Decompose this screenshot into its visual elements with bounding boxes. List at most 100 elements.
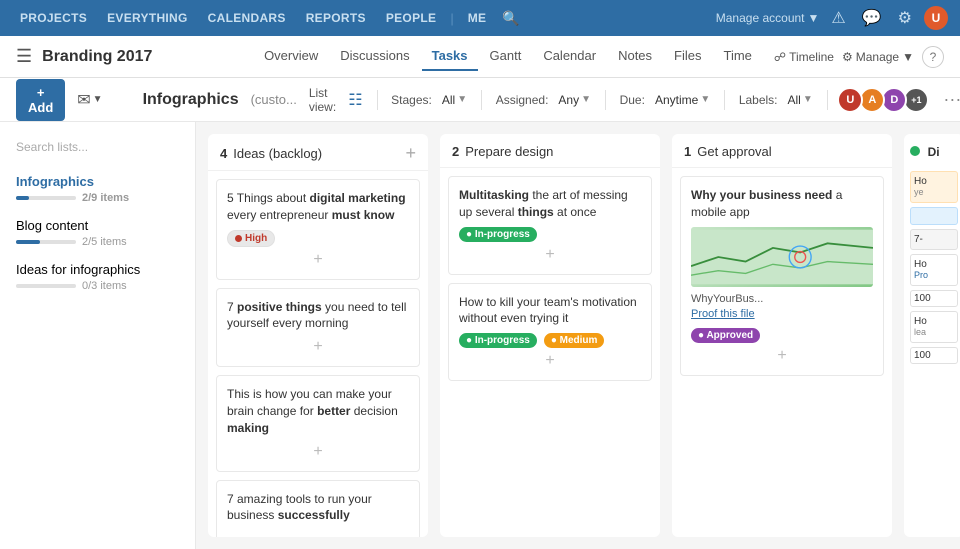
partial-card[interactable] <box>910 207 958 225</box>
tab-notes[interactable]: Notes <box>608 42 662 71</box>
card-item[interactable]: 7 amazing tools to run your business suc… <box>216 480 420 537</box>
add-button[interactable]: + Add <box>16 79 65 121</box>
card-title: 5 Things about digital marketing every e… <box>227 190 409 224</box>
view-grid-button[interactable]: ☷ <box>348 90 362 110</box>
col-header-ideas: 4 Ideas (backlog) + <box>208 134 428 171</box>
mail-button[interactable]: ✉ ▼ <box>77 90 102 110</box>
hamburger-icon[interactable]: ☰ <box>16 46 32 67</box>
nav-everything[interactable]: EVERYTHING <box>99 7 196 29</box>
card-item[interactable]: 7 positive things you need to tell yours… <box>216 288 420 368</box>
card-add-button[interactable]: + <box>227 251 409 269</box>
card-file-name: WhyYourBus... <box>691 293 873 305</box>
search-icon[interactable]: 🔍 <box>502 10 519 27</box>
sidebar-item-name: Blog content <box>16 218 179 233</box>
board-column-partial: Di Hoye 7- HoPro 100 Holea 100 <box>904 134 960 537</box>
chat-icon[interactable]: 💬 <box>858 6 886 30</box>
more-options-button[interactable]: ··· <box>943 89 960 110</box>
avatar-d[interactable]: D <box>881 87 907 113</box>
card-item[interactable]: Why your business need a mobile app <box>680 176 884 376</box>
manage-button[interactable]: ⚙ Manage ▼ <box>842 50 914 64</box>
card-title: 7 positive things you need to tell yours… <box>227 299 409 333</box>
sidebar-progress: 2/9 items <box>16 192 179 204</box>
col-partial-label: Di <box>928 145 940 159</box>
card-title: Why your business need a mobile app <box>691 187 873 221</box>
card-title: This is how you can make your brain chan… <box>227 386 409 436</box>
nav-people[interactable]: PEOPLE <box>378 7 444 29</box>
toolbar-divider-4 <box>605 90 606 110</box>
card-add-button[interactable]: + <box>459 352 641 370</box>
board-column-approval: 1 Get approval Why your business need a … <box>672 134 892 537</box>
chevron-down-icon: ▼ <box>808 11 820 25</box>
tab-tasks[interactable]: Tasks <box>422 42 478 71</box>
labels-filter[interactable]: All ▼ <box>788 93 813 107</box>
sec-nav-right: ☍ Timeline ⚙ Manage ▼ ? <box>774 46 944 68</box>
partial-card[interactable]: 100 <box>910 347 958 364</box>
avatar-a[interactable]: A <box>859 87 885 113</box>
card-add-button[interactable]: + <box>459 246 641 264</box>
card-item[interactable]: 5 Things about digital marketing every e… <box>216 179 420 280</box>
partial-card[interactable]: Hoye <box>910 171 958 203</box>
tab-files[interactable]: Files <box>664 42 711 71</box>
tab-overview[interactable]: Overview <box>254 42 328 71</box>
card-item[interactable]: How to kill your team's motivation witho… <box>448 283 652 382</box>
partial-card[interactable]: 100 <box>910 290 958 307</box>
settings-icon[interactable]: ⚙ <box>894 6 916 30</box>
progress-bar-wrap <box>16 240 76 244</box>
chevron-down-icon: ▼ <box>700 94 710 105</box>
due-filter[interactable]: Anytime ▼ <box>655 93 710 107</box>
secondary-navigation: ☰ Branding 2017 Overview Discussions Tas… <box>0 36 960 78</box>
stages-filter[interactable]: All ▼ <box>442 93 467 107</box>
assigned-label: Assigned: <box>496 93 549 107</box>
partial-card[interactable]: 7- <box>910 229 958 250</box>
project-title: Branding 2017 <box>42 48 152 66</box>
user-avatar[interactable]: U <box>924 6 948 30</box>
sidebar-progress: 2/5 items <box>16 236 179 248</box>
chevron-down-icon: ▼ <box>581 94 591 105</box>
manage-account-btn[interactable]: Manage account ▼ <box>716 11 820 25</box>
nav-divider: | <box>450 11 453 26</box>
bell-icon[interactable]: ⚠ <box>827 6 849 30</box>
card-item[interactable]: Multitasking the art of messing up sever… <box>448 176 652 275</box>
assigned-filter[interactable]: Any ▼ <box>558 93 591 107</box>
help-button[interactable]: ? <box>922 46 944 68</box>
nav-projects[interactable]: PROJECTS <box>12 7 95 29</box>
top-navigation: PROJECTS EVERYTHING CALENDARS REPORTS PE… <box>0 0 960 36</box>
partial-card[interactable]: HoPro <box>910 254 958 286</box>
card-add-button[interactable]: + <box>227 443 409 461</box>
card-add-button[interactable]: + <box>227 338 409 356</box>
board-area: 4 Ideas (backlog) + 5 Things about digit… <box>196 122 960 549</box>
nav-calendars[interactable]: CALENDARS <box>200 7 294 29</box>
nav-me[interactable]: ME <box>460 7 495 29</box>
tab-discussions[interactable]: Discussions <box>330 42 419 71</box>
nav-reports[interactable]: REPORTS <box>298 7 374 29</box>
stages-label: Stages: <box>391 93 432 107</box>
search-lists-input[interactable]: Search lists... <box>8 134 187 160</box>
tab-time[interactable]: Time <box>714 42 762 71</box>
avatar-group: U A D +1 <box>841 87 929 113</box>
progress-bar-wrap <box>16 196 76 200</box>
toolbar-divider-5 <box>724 90 725 110</box>
avatar-more[interactable]: +1 <box>903 87 929 113</box>
timeline-icon: ☍ <box>774 50 786 64</box>
timeline-button[interactable]: ☍ Timeline <box>774 50 834 64</box>
card-image <box>691 227 873 287</box>
avatar-u[interactable]: U <box>837 87 863 113</box>
main-content: Search lists... Infographics 2/9 items B… <box>0 122 960 549</box>
tab-calendar[interactable]: Calendar <box>533 42 606 71</box>
proof-file-link[interactable]: Proof this file <box>691 308 873 320</box>
progress-text: 2/9 items <box>82 192 129 204</box>
col-add-button[interactable]: + <box>405 144 416 162</box>
sidebar-item-infographics[interactable]: Infographics 2/9 items <box>8 168 187 210</box>
partial-card[interactable]: Holea <box>910 311 958 343</box>
card-item[interactable]: This is how you can make your brain chan… <box>216 375 420 471</box>
card-add-button[interactable]: + <box>691 347 873 365</box>
sidebar-item-ideas[interactable]: Ideas for infographics 0/3 items <box>8 256 187 298</box>
col-count: 1 <box>684 144 691 159</box>
badge-approved: ● Approved <box>691 328 760 343</box>
sidebar-item-blog-content[interactable]: Blog content 2/5 items <box>8 212 187 254</box>
col-header-prepare: 2 Prepare design <box>440 134 660 168</box>
chevron-down-icon: ▼ <box>902 50 914 64</box>
badge-high: High <box>227 230 275 247</box>
tab-gantt[interactable]: Gantt <box>480 42 532 71</box>
sidebar-item-name: Infographics <box>16 174 179 189</box>
